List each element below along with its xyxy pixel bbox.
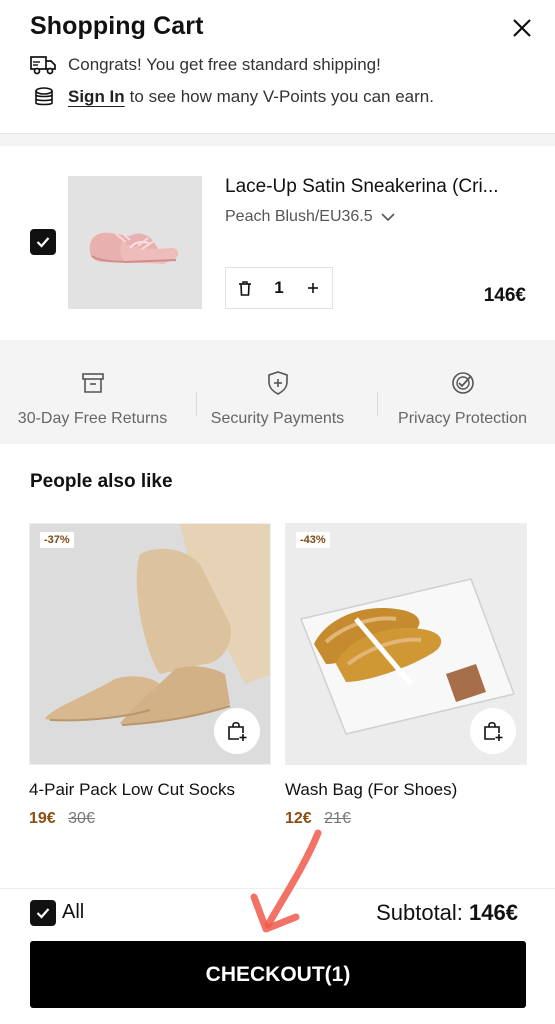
original-price: 21€: [324, 810, 351, 827]
subtotal-label: Subtotal:: [376, 900, 463, 925]
quantity-stepper: 1: [225, 267, 333, 309]
plus-icon: [308, 283, 318, 293]
guarantee-privacy[interactable]: Privacy Protection: [370, 340, 555, 444]
variant-label: Peach Blush/EU36.5: [225, 208, 373, 225]
select-all-checkbox[interactable]: [30, 900, 56, 926]
free-shipping-text: Congrats! You get free standard shipping…: [68, 55, 381, 74]
subtotal: Subtotal: 146€: [376, 900, 518, 926]
guarantee-label: Security Payments: [210, 410, 345, 427]
select-all-label[interactable]: All: [62, 901, 84, 924]
sign-in-link[interactable]: Sign In: [68, 87, 125, 107]
product-name[interactable]: Lace-Up Satin Sneakerina (Cri...: [225, 176, 525, 198]
coins-icon: [30, 85, 58, 109]
guarantee-label: Privacy Protection: [398, 410, 527, 427]
variant-selector[interactable]: Peach Blush/EU36.5: [225, 208, 395, 226]
section-title: People also like: [30, 471, 173, 492]
guarantee-label: 30-Day Free Returns: [17, 410, 168, 427]
subtotal-value: 146€: [469, 900, 518, 925]
sale-price: 12€: [285, 810, 312, 827]
divider: [196, 392, 197, 416]
checkmark-icon: [36, 908, 50, 919]
trash-icon: [239, 280, 251, 296]
free-shipping-row: Congrats! You get free standard shipping…: [30, 53, 381, 77]
price-row: 12€ 21€: [285, 810, 527, 828]
cart-header: Shopping Cart Congrats! You get free sta…: [0, 0, 555, 134]
section-divider: [0, 134, 555, 146]
discount-badge: -43%: [296, 532, 330, 548]
cart-item: Lace-Up Satin Sneakerina (Cri... Peach B…: [0, 146, 555, 340]
item-checkbox[interactable]: [30, 229, 56, 255]
checkout-footer: All Subtotal: 146€ CHECKOUT(1): [0, 888, 555, 1024]
guarantee-returns[interactable]: 30-Day Free Returns: [0, 340, 185, 444]
increase-quantity-button[interactable]: [304, 279, 322, 297]
return-box-icon: [81, 373, 104, 393]
item-price: 146€: [483, 285, 526, 306]
product-card[interactable]: -43% Wash Bag (For Shoes) 12€ 21€: [285, 523, 527, 828]
page-title: Shopping Cart: [30, 12, 204, 40]
shield-plus-icon: [267, 371, 288, 395]
chevron-down-icon: [381, 212, 395, 221]
divider: [377, 392, 378, 416]
product-image[interactable]: -37%: [29, 523, 271, 765]
guarantee-security[interactable]: Security Payments: [185, 340, 370, 444]
product-card[interactable]: -37% 4-Pair Pack Low Cut Socks 19€ 30€: [29, 523, 271, 828]
add-to-bag-button[interactable]: [214, 708, 260, 754]
close-button[interactable]: [509, 15, 535, 41]
guarantee-bar: 30-Day Free Returns Security Payments Pr…: [0, 340, 555, 444]
shopping-bag-plus-icon: [484, 721, 503, 741]
vpoints-row: Sign In to see how many V-Points you can…: [30, 85, 434, 109]
price-row: 19€ 30€: [29, 810, 271, 828]
sale-price: 19€: [29, 810, 56, 827]
quantity-value[interactable]: 1: [274, 278, 283, 298]
discount-badge: -37%: [40, 532, 74, 548]
checkmark-icon: [36, 237, 50, 248]
shopping-bag-plus-icon: [228, 721, 247, 741]
sneakerina-image: [68, 176, 202, 309]
product-image[interactable]: [68, 176, 202, 309]
delete-button[interactable]: [236, 279, 254, 297]
check-badge-icon: [451, 372, 474, 394]
product-image[interactable]: -43%: [285, 523, 527, 765]
product-name[interactable]: Wash Bag (For Shoes): [285, 780, 527, 800]
add-to-bag-button[interactable]: [470, 708, 516, 754]
checkout-button[interactable]: CHECKOUT(1): [30, 941, 526, 1008]
original-price: 30€: [68, 810, 95, 827]
close-icon[interactable]: [509, 15, 535, 41]
vpoints-text: to see how many V-Points you can earn.: [129, 87, 434, 106]
truck-icon: [30, 53, 58, 77]
product-name[interactable]: 4-Pair Pack Low Cut Socks: [29, 780, 271, 800]
